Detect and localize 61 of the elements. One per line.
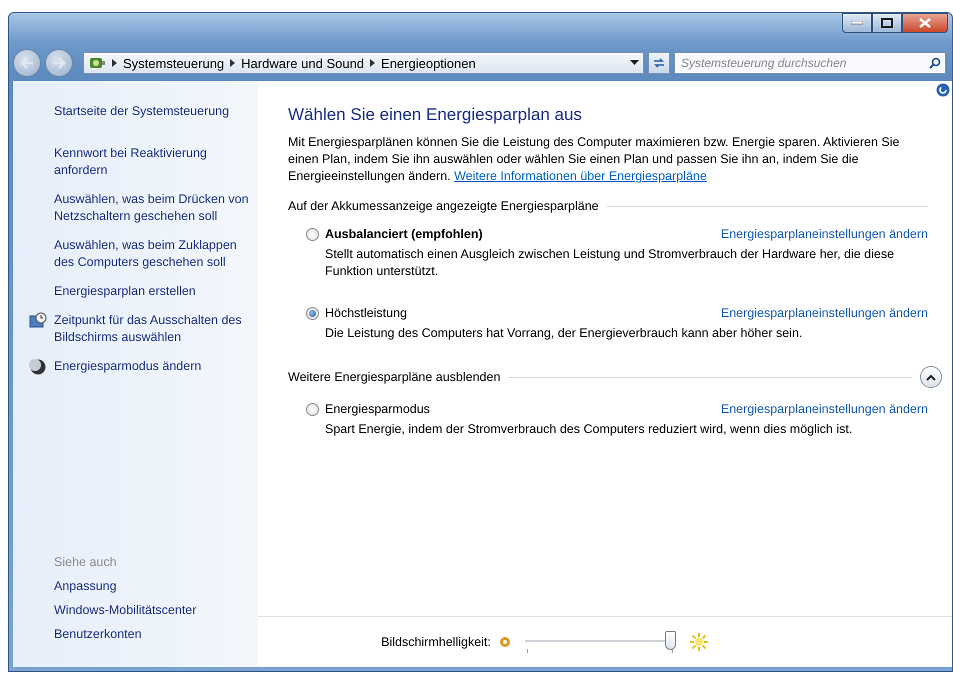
plan-settings-link[interactable]: Energiesparplaneinstellungen ändern bbox=[720, 402, 928, 416]
back-button[interactable] bbox=[13, 49, 41, 77]
plan-description: Spart Energie, indem der Stromverbrauch des Computers reduziert wird, wenn dies möglich ist. bbox=[325, 421, 854, 438]
brightness-slider[interactable] bbox=[524, 631, 675, 653]
info-link[interactable]: Weitere Informationen über Energiesparpläne bbox=[454, 169, 707, 183]
brightness-label: Bildschirmhelligkeit: bbox=[381, 635, 491, 649]
sidebar-link[interactable]: Auswählen, was beim Zuklappen des Computers geschehen soll bbox=[54, 237, 250, 271]
bright-sun-icon bbox=[688, 632, 709, 652]
back-arrow-icon bbox=[20, 57, 34, 69]
dropdown-icon[interactable] bbox=[630, 60, 639, 66]
minimize-button[interactable] bbox=[842, 13, 872, 33]
plan-description: Die Leistung des Computers hat Vorrang, der Energieverbrauch kann aber höher sein. bbox=[325, 325, 804, 342]
breadcrumb-item[interactable]: Systemsteuerung bbox=[123, 56, 224, 70]
control-panel-icon bbox=[88, 55, 106, 71]
plan-description: Stellt automatisch einen Ausgleich zwischen Leistung und Stromverbrauch der Hardware her, die diese Funktion unterstützt. bbox=[325, 246, 896, 280]
maximize-icon bbox=[881, 18, 893, 28]
sidebar-link[interactable]: Benutzerkonten bbox=[54, 627, 142, 641]
radio-button[interactable] bbox=[306, 402, 319, 416]
sidebar-link[interactable]: Anpassung bbox=[54, 579, 117, 593]
page-title: Wählen Sie einen Energiesparplan aus bbox=[288, 105, 583, 125]
plan-name[interactable]: Energiesparmodus bbox=[325, 402, 430, 416]
dim-sun-icon bbox=[498, 636, 511, 648]
section-heading: Siehe auch bbox=[54, 555, 118, 569]
intro-paragraph: Mit Energiesparplänen können Sie die Leistung des Computer maximieren bzw. Energie sparen. Aktivieren Sie einen Plan, indem Sie ihn auswählen oder wählen Sie einen Plan und passen Sie ihn an, indem Sie die Energieeinstellungen ändern. Weitere Informationen über Energiesparpläne bbox=[288, 134, 900, 185]
plan-settings-link[interactable]: Energiesparplaneinstellungen ändern bbox=[720, 227, 928, 241]
breadcrumb-item[interactable]: Energieoptionen bbox=[381, 56, 476, 70]
sidebar-link[interactable]: Zeitpunkt für das Ausschalten des Bildschirms auswählen bbox=[54, 312, 250, 346]
forward-arrow-icon bbox=[52, 57, 66, 69]
help-icon[interactable] bbox=[936, 83, 950, 97]
search-icon bbox=[929, 57, 941, 69]
group-heading[interactable]: Weitere Energiesparpläne ausblenden bbox=[288, 370, 500, 384]
search-box[interactable]: Systemsteuerung durchsuchen bbox=[674, 52, 946, 74]
close-button[interactable] bbox=[902, 13, 948, 33]
radio-button[interactable] bbox=[306, 306, 319, 320]
clock-monitor-icon bbox=[29, 312, 47, 330]
search-field[interactable]: Systemsteuerung durchsuchen bbox=[679, 55, 929, 71]
refresh-button[interactable] bbox=[648, 52, 670, 74]
breadcrumb-arrow-icon bbox=[112, 59, 117, 67]
collapse-button[interactable] bbox=[920, 366, 942, 388]
maximize-button[interactable] bbox=[872, 13, 902, 33]
sidebar-link[interactable]: Kennwort bei Reaktivierung anfordern bbox=[54, 145, 250, 179]
refresh-icon bbox=[652, 57, 666, 69]
sidebar-link[interactable]: Windows-Mobilitätscenter bbox=[54, 603, 196, 617]
sidebar-link[interactable]: Energiesparplan erstellen bbox=[54, 283, 196, 300]
group-heading: Auf der Akkumessanzeige angezeigte Energiesparpläne bbox=[288, 199, 599, 213]
chevron-up-icon bbox=[926, 374, 936, 380]
forward-button[interactable] bbox=[45, 49, 73, 77]
breadcrumb-arrow-icon bbox=[370, 59, 376, 67]
breadcrumb-arrow-icon bbox=[230, 59, 236, 67]
close-icon bbox=[919, 18, 931, 28]
radio-button[interactable] bbox=[306, 228, 319, 240]
plan-settings-link[interactable]: Energiesparplaneinstellungen ändern bbox=[720, 306, 928, 320]
plan-name[interactable]: Höchstleistung bbox=[325, 306, 407, 320]
sidebar-link[interactable]: Auswählen, was beim Drücken von Netzschaltern geschehen soll bbox=[54, 191, 250, 225]
sidebar-link[interactable]: Energiesparmodus ändern bbox=[54, 358, 202, 376]
plan-name[interactable]: Ausbalanciert (empfohlen) bbox=[325, 227, 483, 241]
moon-icon bbox=[29, 358, 47, 376]
minimize-icon bbox=[851, 21, 863, 25]
slider-thumb[interactable] bbox=[665, 631, 676, 650]
breadcrumb-item[interactable]: Hardware und Sound bbox=[241, 56, 364, 70]
sidebar-link[interactable]: Startseite der Systemsteuerung bbox=[54, 103, 230, 120]
